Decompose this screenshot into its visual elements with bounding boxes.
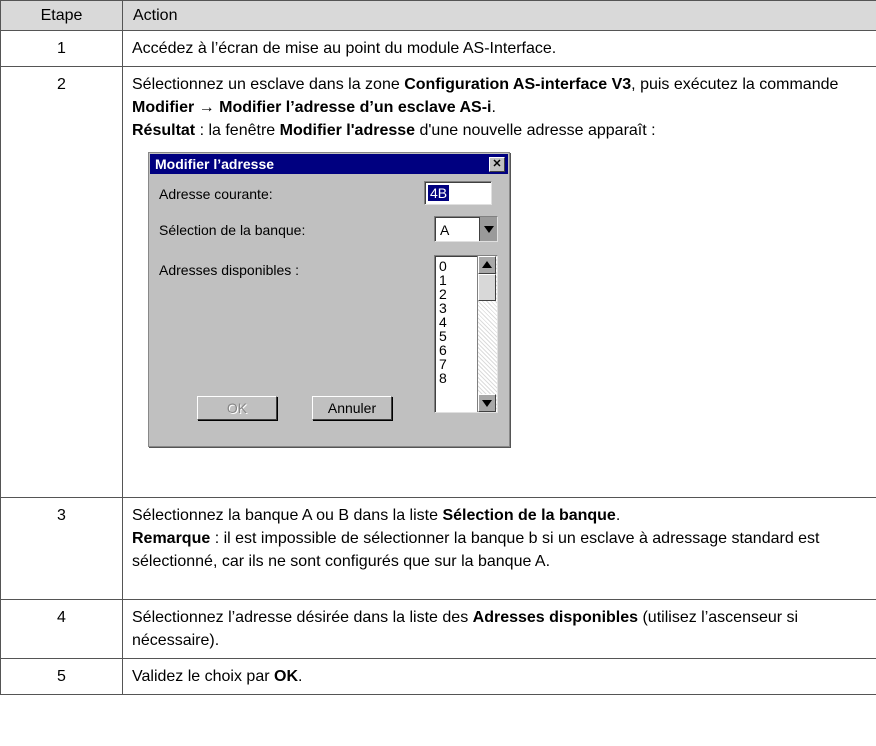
cancel-button[interactable]: Annuler [312, 396, 392, 420]
available-addresses-list[interactable]: 012345678 [434, 255, 498, 413]
list-item[interactable]: 0 [439, 259, 447, 273]
step-action: Validez le choix par OK. [122, 658, 876, 695]
current-address-field[interactable]: 4B [424, 181, 492, 205]
step-number: 1 [0, 30, 123, 67]
available-addresses-label: Adresses disponibles : [159, 262, 300, 278]
procedure-table: Etape Action 1 Accédez à l’écran de mise… [0, 0, 876, 695]
list-item[interactable]: 7 [439, 357, 447, 371]
modify-address-dialog: Modifier l’adresse ✕ Adresse courante: 4… [148, 152, 510, 447]
list-item[interactable]: 5 [439, 329, 447, 343]
bank-selection-label: Sélection de la banque: [159, 222, 306, 238]
current-address-value: 4B [428, 185, 450, 201]
step-action: Sélectionnez l’adresse désirée dans la l… [122, 599, 876, 659]
step-number: 2 [0, 66, 123, 498]
list-item[interactable]: 8 [439, 371, 447, 385]
header-action: Action [122, 0, 876, 31]
dialog-title-bar: Modifier l’adresse ✕ [150, 154, 508, 174]
step-result-paragraph: Résultat : la fenêtre Modifier l'adresse… [132, 122, 656, 139]
table-row: 4 Sélectionnez l’adresse désirée dans la… [0, 599, 876, 659]
scrollbar-thumb[interactable] [478, 274, 496, 301]
table-row: 2 Sélectionnez un esclave dans la zone C… [0, 66, 876, 498]
step-action: Sélectionnez la banque A ou B dans la li… [122, 497, 876, 600]
bank-selection-value: A [440, 222, 450, 238]
scroll-down-arrow-icon[interactable] [478, 394, 496, 412]
chevron-down-icon[interactable] [479, 217, 497, 241]
list-item[interactable]: 4 [439, 315, 447, 329]
address-items: 012345678 [439, 259, 447, 385]
current-address-label: Adresse courante: [159, 186, 273, 202]
list-item[interactable]: 6 [439, 343, 447, 357]
ok-button[interactable]: OK [197, 396, 277, 420]
table-header-row: Etape Action [0, 0, 876, 31]
step-paragraph: Sélectionnez la banque A ou B dans la li… [132, 507, 621, 524]
step-number: 3 [0, 497, 123, 600]
table-row: 5 Validez le choix par OK. [0, 658, 876, 695]
step-number: 5 [0, 658, 123, 695]
scroll-up-arrow-icon[interactable] [478, 256, 496, 274]
bank-selection-combo[interactable]: A [434, 216, 498, 242]
list-item[interactable]: 1 [439, 273, 447, 287]
table-row: 3 Sélectionnez la banque A ou B dans la … [0, 497, 876, 600]
header-step: Etape [0, 0, 123, 31]
list-item[interactable]: 2 [439, 287, 447, 301]
close-icon[interactable]: ✕ [489, 157, 505, 172]
step-note-paragraph: Remarque : il est impossible de sélectio… [132, 530, 820, 570]
step-number: 4 [0, 599, 123, 659]
list-item[interactable]: 3 [439, 301, 447, 315]
table-row: 1 Accédez à l’écran de mise au point du … [0, 30, 876, 67]
step-action: Sélectionnez un esclave dans la zone Con… [122, 66, 876, 498]
step-paragraph: Sélectionnez un esclave dans la zone Con… [132, 76, 839, 116]
step-action: Accédez à l’écran de mise au point du mo… [122, 30, 876, 67]
dialog-title: Modifier l’adresse [155, 156, 275, 172]
scrollbar[interactable] [477, 256, 497, 412]
